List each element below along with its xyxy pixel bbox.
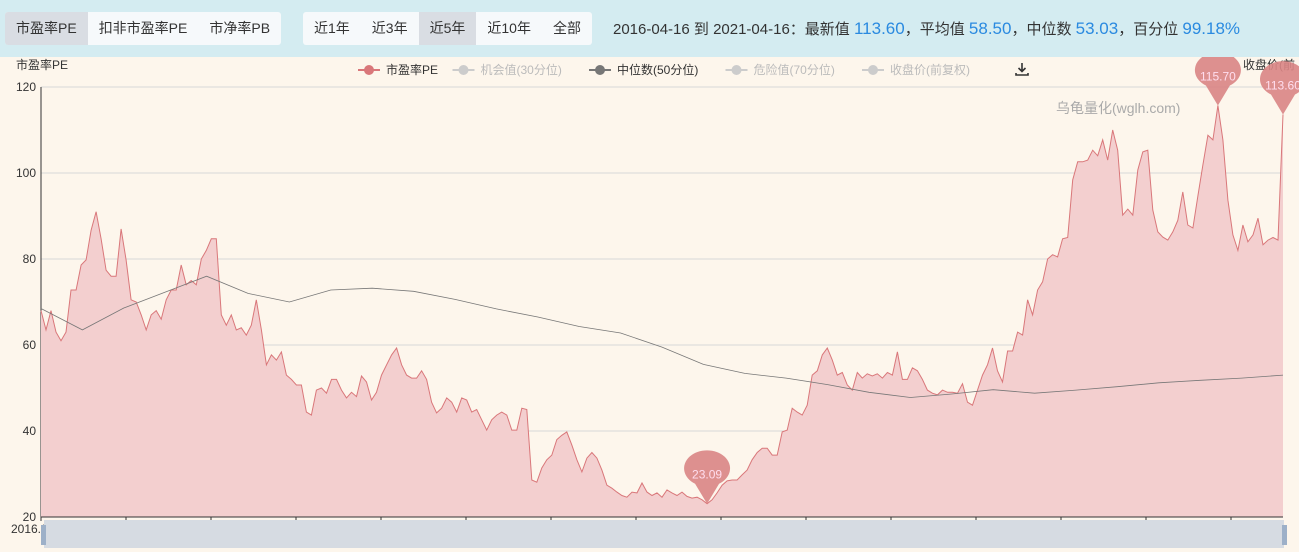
latest-value: 113.60 <box>853 19 905 38</box>
legend: 市盈率PE 机会值(30分位) 中位数(50分位) 危险值(70分位) 收盘价(前复权) <box>358 62 970 77</box>
median-label: ，中位数 <box>1011 21 1072 38</box>
legend-item[interactable]: 市盈率PE <box>358 62 438 77</box>
legend-dot <box>364 65 374 75</box>
legend-label: 中位数(50分位) <box>617 62 698 77</box>
tab-1y[interactable]: 近1年 <box>303 12 361 45</box>
value-marker: 113.60 <box>1260 61 1299 115</box>
slider-handle-right[interactable] <box>1282 525 1287 545</box>
download-icon[interactable] <box>1015 63 1029 76</box>
y-tick-label: 40 <box>23 424 37 438</box>
legend-dot <box>868 65 878 75</box>
y-axis-title: 市盈率PE <box>16 57 68 72</box>
legend-item[interactable]: 收盘价(前复权) <box>862 62 970 77</box>
slider-track[interactable] <box>44 520 1284 548</box>
tab-all[interactable]: 全部 <box>542 12 592 45</box>
marker-label: 113.60 <box>1265 79 1299 93</box>
legend-item[interactable]: 危险值(70分位) <box>725 62 835 77</box>
toolbar: 市盈率PE 扣非市盈率PE 市净率PB 近1年 近3年 近5年 近10年 全部 … <box>0 0 1299 57</box>
marker-label: 115.70 <box>1200 69 1236 83</box>
metric-tabs: 市盈率PE 扣非市盈率PE 市净率PB <box>5 12 282 45</box>
y-tick-label: 120 <box>16 80 36 94</box>
zoom-slider[interactable] <box>41 520 1287 548</box>
median-value: 53.03 <box>1075 19 1119 38</box>
pe-area <box>41 105 1283 517</box>
stats-summary: 2016-04-16 到 2021-04-16：最新值 113.60，平均值 5… <box>613 18 1240 39</box>
legend-item[interactable]: 机会值(30分位) <box>452 62 562 77</box>
y-tick-label: 80 <box>23 252 37 266</box>
pe-chart: 市盈率PE 收盘价(前 乌龟量化(wglh.com) 市盈率PE机会值(30分位… <box>11 57 1299 548</box>
legend-dot <box>458 65 469 75</box>
mean-value: 58.50 <box>968 19 1012 38</box>
legend-label: 市盈率PE <box>386 62 438 77</box>
tab-pb[interactable]: 市净率PB <box>198 12 281 45</box>
y-tick-label: 60 <box>23 338 37 352</box>
tab-pe[interactable]: 市盈率PE <box>5 12 88 45</box>
date-range: 2016-04-16 到 2021-04-16： <box>613 21 805 38</box>
tab-3y[interactable]: 近3年 <box>361 12 419 45</box>
legend-label: 危险值(70分位) <box>754 62 835 77</box>
tab-5y[interactable]: 近5年 <box>418 12 477 45</box>
legend-dot <box>731 65 742 75</box>
tab-deducted-pe[interactable]: 扣非市盈率PE <box>88 12 199 45</box>
y-tick-label: 100 <box>16 166 36 180</box>
legend-label: 机会值(30分位) <box>481 62 562 77</box>
slider-handle-left[interactable] <box>41 525 46 545</box>
percentile-value: 99.18% <box>1182 19 1241 38</box>
marker-label: 23.09 <box>692 468 722 482</box>
latest-label: 最新值 <box>804 21 850 38</box>
tab-10y[interactable]: 近10年 <box>476 12 542 45</box>
mean-label: ，平均值 <box>904 21 965 38</box>
percentile-label: ，百分位 <box>1118 21 1179 38</box>
legend-dot <box>595 65 605 75</box>
legend-item[interactable]: 中位数(50分位) <box>589 62 698 77</box>
legend-label: 收盘价(前复权) <box>890 62 970 77</box>
period-tabs: 近1年 近3年 近5年 近10年 全部 <box>303 12 592 45</box>
value-marker: 115.70 <box>1194 57 1241 106</box>
watermark: 乌龟量化(wglh.com) <box>1056 100 1180 116</box>
